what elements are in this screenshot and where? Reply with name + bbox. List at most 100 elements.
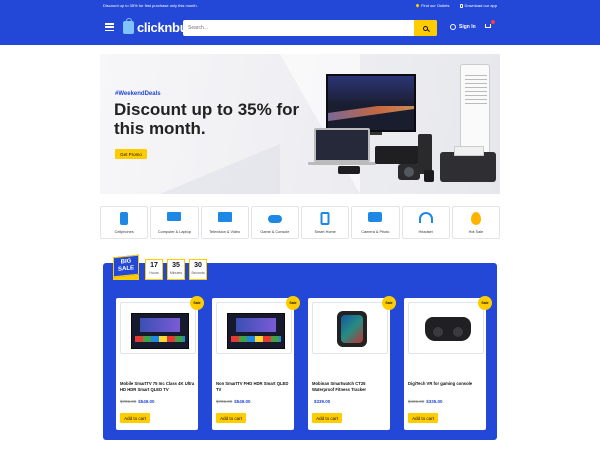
- timer-value: 17: [150, 262, 158, 269]
- badge-line-2: SALE: [117, 265, 134, 273]
- phone-icon: [120, 212, 129, 225]
- product-image[interactable]: [120, 302, 196, 354]
- signin-button[interactable]: Sign In: [450, 24, 476, 30]
- headset-icon: [418, 212, 433, 223]
- qled-tv-image: [227, 313, 285, 349]
- sale-badge: Sale: [286, 296, 300, 310]
- download-app-link[interactable]: Download our app: [459, 3, 497, 8]
- smart-tv-image: [131, 313, 189, 349]
- shopping-bag-icon: [123, 18, 134, 34]
- location-pin-icon: [415, 3, 420, 8]
- hero-speaker-image: [418, 134, 432, 174]
- get-promo-button[interactable]: Get Promo: [115, 149, 147, 159]
- category-label: Hot Sale: [468, 230, 484, 234]
- gamepad-icon: [267, 215, 282, 223]
- sale-badge: Sale: [478, 296, 492, 310]
- product-prices: $499.00 $335.00: [408, 399, 443, 404]
- timer-hours: 17 Hours: [145, 259, 163, 280]
- timer-seconds: 30 Seconds: [189, 259, 207, 280]
- timer-unit: Hours: [149, 271, 159, 275]
- category-camera-photo[interactable]: Camera & Photo: [351, 206, 400, 239]
- search-icon: [423, 25, 428, 31]
- product-title[interactable]: Mobile SmartTV 75 Inc Class 4K Ultra HD …: [120, 381, 196, 392]
- category-label: Television & Video: [209, 230, 241, 234]
- timer-value: 35: [172, 262, 180, 269]
- search-bar: [183, 20, 437, 36]
- old-price: $799.00: [216, 399, 233, 404]
- fire-icon: [470, 212, 481, 225]
- smart-home-icon: [320, 212, 330, 225]
- add-to-cart-button[interactable]: Add to cart: [216, 413, 246, 423]
- category-television-video[interactable]: Television & Video: [200, 206, 249, 239]
- category-headset[interactable]: Headset: [401, 206, 450, 239]
- search-button[interactable]: [414, 20, 437, 36]
- product-card[interactable]: Sale Mobile SmartTV 75 Inc Class 4K Ultr…: [116, 296, 204, 430]
- product-title[interactable]: DigiTech VR for gaming console: [408, 381, 484, 387]
- hero-watch-image: [424, 170, 434, 182]
- product-card[interactable]: Sale DigiTech VR for gaming console $499…: [404, 296, 492, 430]
- promo-text: Discount up to 35% for first purchase on…: [103, 3, 198, 8]
- hamburger-menu-icon[interactable]: [105, 23, 114, 31]
- category-game-console[interactable]: Game & Console: [250, 206, 299, 239]
- laptop-icon: [167, 212, 182, 221]
- category-smart-home[interactable]: Smart Home: [301, 206, 350, 239]
- main-header: clicknbuy Sign In: [0, 10, 600, 45]
- product-title[interactable]: Non SmartTV FHD HDR Smart QLED TV: [216, 381, 292, 392]
- category-label: Smart Home: [314, 230, 336, 234]
- vr-headset-image: [425, 317, 471, 341]
- product-card[interactable]: Sale Mobinan Smartwatch CT25 Waterproof …: [308, 296, 396, 430]
- big-sale-badge: BIG SALE: [113, 254, 139, 286]
- add-to-cart-button[interactable]: Add to cart: [408, 413, 438, 423]
- find-store-label: Find our Outlets: [421, 3, 450, 8]
- product-image[interactable]: [408, 302, 484, 354]
- product-prices: $799.00 $549.00: [216, 399, 251, 404]
- badge-line-1: BIG: [120, 258, 132, 266]
- category-label: Camera & Photo: [361, 230, 390, 234]
- product-image[interactable]: [216, 302, 292, 354]
- search-input[interactable]: [183, 20, 414, 36]
- product-prices: $799.00 $549.00: [120, 399, 155, 404]
- product-title[interactable]: Mobinan Smartwatch CT25 Waterproof Fitne…: [312, 381, 388, 392]
- category-computer-laptop[interactable]: Computer & Laptop: [150, 206, 199, 239]
- camera-icon: [368, 212, 383, 222]
- old-price: $499.00: [408, 399, 425, 404]
- product-card[interactable]: Sale Non SmartTV FHD HDR Smart QLED TV $…: [212, 296, 300, 430]
- hero-router-image: [338, 166, 360, 174]
- add-to-cart-button[interactable]: Add to cart: [120, 413, 150, 423]
- product-image[interactable]: [312, 302, 388, 354]
- hero-banner: #WeekendDeals Discount up to 35% for thi…: [100, 54, 500, 194]
- hero-tv-image: [326, 74, 416, 132]
- user-icon: [450, 24, 456, 30]
- timer-unit: Minutes: [169, 271, 183, 275]
- top-announcement-bar: Discount up to 35% for first purchase on…: [0, 0, 600, 10]
- find-store-link[interactable]: Find our Outlets: [415, 3, 450, 8]
- hero-tag: #WeekendDeals: [115, 91, 161, 97]
- cart-icon: [485, 24, 491, 28]
- countdown-timer: 17 Hours 35 Minutes 30 Seconds: [145, 259, 207, 280]
- new-price: $549.00: [138, 399, 155, 404]
- old-price: $799.00: [120, 399, 137, 404]
- hero-camera-image: [398, 164, 420, 180]
- tv-icon: [217, 212, 232, 222]
- product-list: Sale Mobile SmartTV 75 Inc Class 4K Ultr…: [116, 296, 492, 430]
- hero-title: Discount up to 35% for this month.: [114, 100, 300, 138]
- sale-badge: Sale: [382, 296, 396, 310]
- sale-badge: Sale: [190, 296, 204, 310]
- category-label: Game & Console: [260, 230, 290, 234]
- timer-minutes: 35 Minutes: [167, 259, 185, 280]
- cart-button[interactable]: [484, 20, 495, 30]
- category-label: Headset: [418, 230, 433, 234]
- hero-laptop-image: [314, 128, 370, 162]
- add-to-cart-button[interactable]: Add to cart: [312, 413, 342, 423]
- category-row: Cellphones Computer & Laptop Television …: [100, 206, 500, 239]
- category-cellphones[interactable]: Cellphones: [100, 206, 149, 239]
- timer-unit: Seconds: [191, 271, 205, 275]
- new-price: $339.00: [314, 399, 331, 404]
- smartwatch-image: [337, 311, 367, 347]
- cart-badge: [491, 20, 495, 24]
- phone-icon: [459, 3, 463, 8]
- signin-label: Sign In: [459, 24, 476, 30]
- category-label: Cellphones: [114, 230, 134, 234]
- category-hot-sale[interactable]: Hot Sale: [451, 206, 500, 239]
- hero-printer-image: [440, 146, 496, 182]
